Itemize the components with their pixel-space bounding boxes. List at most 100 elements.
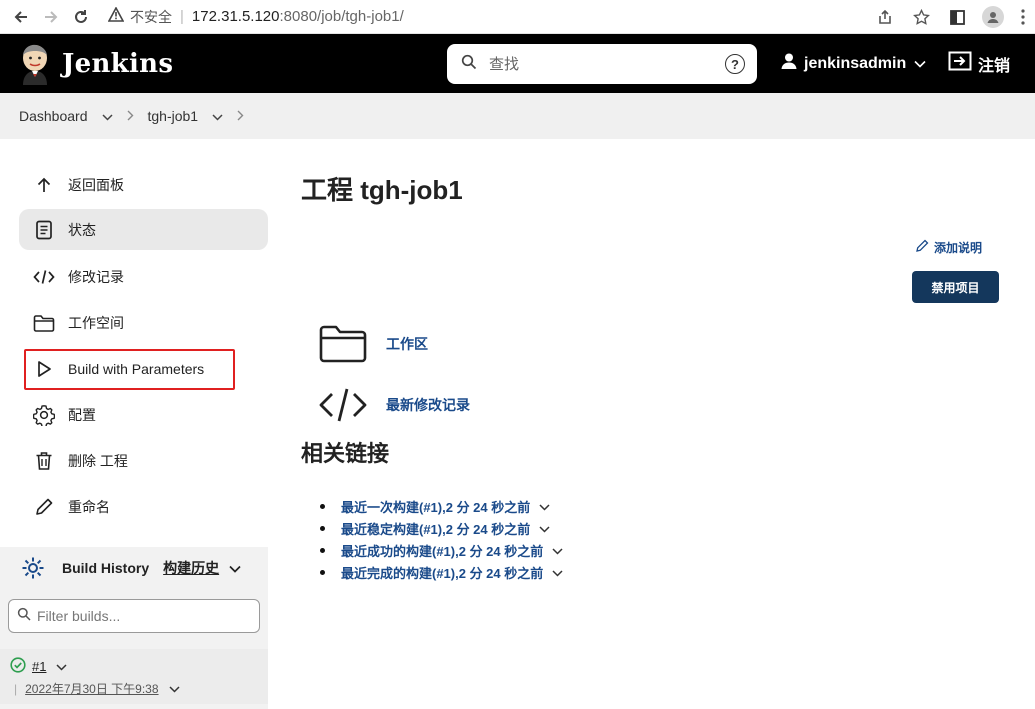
task-label: 重命名 xyxy=(68,498,110,515)
build-row: #1 | 2022年7月30日 下午9:38 xyxy=(0,649,268,704)
side-panel: 返回面板 状态 修改记录 工作空间 Build with Parameters … xyxy=(0,139,280,709)
share-icon[interactable] xyxy=(867,0,903,34)
chevron-down-icon[interactable] xyxy=(169,682,180,696)
jenkins-logo-icon[interactable] xyxy=(18,43,52,85)
add-description-label: 添加说明 xyxy=(934,241,983,255)
add-description-link[interactable]: 添加说明 xyxy=(915,239,982,256)
breadcrumb-dashboard-label: Dashboard xyxy=(19,108,88,124)
arrow-up-icon xyxy=(33,174,55,196)
permalink-label[interactable]: 最近稳定构建(#1),2 分 24 秒之前 xyxy=(341,519,530,538)
permalinks-list: 最近一次构建(#1),2 分 24 秒之前 最近稳定构建(#1),2 分 24 … xyxy=(320,495,563,583)
breadcrumb-dashboard[interactable]: Dashboard xyxy=(19,108,113,124)
task-label: 删除 工程 xyxy=(68,452,128,469)
pencil-icon xyxy=(915,239,929,256)
bullet xyxy=(320,503,325,509)
task-rename[interactable]: 重命名 xyxy=(19,486,268,527)
chevron-down-icon[interactable] xyxy=(56,659,67,674)
build-history-panel: Build History 构建历史 #1 | xyxy=(0,547,268,709)
user-menu[interactable]: jenkinsadmin xyxy=(780,34,926,93)
chevron-down-icon[interactable] xyxy=(552,565,563,580)
task-workspace[interactable]: 工作空间 xyxy=(19,302,268,343)
permalink-label[interactable]: 最近成功的构建(#1),2 分 24 秒之前 xyxy=(341,541,543,560)
task-status[interactable]: 状态 xyxy=(19,209,268,250)
build-history-title: Build History xyxy=(62,560,150,576)
brand-name[interactable]: Jenkins xyxy=(62,49,173,79)
breadcrumb-job-label: tgh-job1 xyxy=(147,108,199,124)
permalink-item[interactable]: 最近完成的构建(#1),2 分 24 秒之前 xyxy=(320,561,563,583)
gear-icon xyxy=(33,404,55,426)
recent-changes-label: 最新修改记录 xyxy=(386,397,470,413)
back-icon[interactable] xyxy=(6,2,36,32)
permalink-item[interactable]: 最近一次构建(#1),2 分 24 秒之前 xyxy=(320,495,563,517)
folder-icon xyxy=(33,312,55,334)
code-icon xyxy=(318,385,368,425)
chevron-down-icon[interactable] xyxy=(539,521,550,536)
build-history-link[interactable]: 构建历史 xyxy=(163,558,219,578)
filter-builds-box xyxy=(8,599,260,633)
url-host: 172.31.5.120 xyxy=(191,8,280,25)
chevron-right-icon xyxy=(237,108,244,124)
task-label: 返回面板 xyxy=(68,176,124,193)
recent-changes-link[interactable]: 最新修改记录 xyxy=(318,385,470,425)
build-date-link[interactable]: 2022年7月30日 下午9:38 xyxy=(25,680,158,697)
chevron-down-icon[interactable] xyxy=(212,108,223,124)
sidepanel-icon[interactable] xyxy=(939,0,975,34)
browser-toolbar: 不安全 | 172.31.5.120:8080/job/tgh-job1/ xyxy=(0,0,1035,34)
search-input[interactable] xyxy=(489,55,709,73)
disable-project-button[interactable]: 禁用项目 xyxy=(912,271,999,303)
chevron-down-icon[interactable] xyxy=(101,108,113,124)
more-menu-icon[interactable] xyxy=(1011,0,1035,34)
folder-icon xyxy=(318,324,368,364)
code-icon xyxy=(33,266,55,288)
page-title: 工程 tgh-job1 xyxy=(301,175,463,205)
logout-button[interactable]: 注销 xyxy=(948,34,1010,93)
filter-builds-input[interactable] xyxy=(37,608,247,624)
chevron-down-icon[interactable] xyxy=(552,543,563,558)
task-configure[interactable]: 配置 xyxy=(19,394,268,435)
star-icon[interactable] xyxy=(903,0,939,34)
permalinks-heading: 相关链接 xyxy=(301,441,390,466)
task-label: 修改记录 xyxy=(68,268,124,285)
address-divider: | xyxy=(180,8,184,25)
timeline-marker: | xyxy=(14,681,18,696)
profile-icon[interactable] xyxy=(975,0,1011,34)
user-icon xyxy=(780,52,798,75)
chevron-down-icon[interactable] xyxy=(229,560,241,576)
build-history-header: Build History 构建历史 xyxy=(0,547,268,589)
insecure-label: 不安全 xyxy=(130,8,172,25)
highlight-annotation xyxy=(24,349,235,390)
task-label: 配置 xyxy=(68,406,96,423)
reload-icon[interactable] xyxy=(66,2,96,32)
build-history-icon xyxy=(20,555,46,581)
help-icon[interactable]: ? xyxy=(725,54,745,74)
search-icon xyxy=(461,54,477,75)
forward-icon[interactable] xyxy=(36,2,66,32)
breadcrumb-job[interactable]: tgh-job1 xyxy=(148,108,224,124)
permalink-item[interactable]: 最近成功的构建(#1),2 分 24 秒之前 xyxy=(320,539,563,561)
username: jenkinsadmin xyxy=(804,54,907,72)
chevron-down-icon xyxy=(914,55,926,73)
permalink-item[interactable]: 最近稳定构建(#1),2 分 24 秒之前 xyxy=(320,517,563,539)
task-label: 状态 xyxy=(68,221,96,238)
workspace-link[interactable]: 工作区 xyxy=(318,324,428,364)
task-delete-project[interactable]: 删除 工程 xyxy=(19,440,268,481)
pencil-icon xyxy=(33,496,55,518)
trash-icon xyxy=(33,450,55,472)
chevron-down-icon[interactable] xyxy=(539,499,550,514)
permalink-label[interactable]: 最近完成的构建(#1),2 分 24 秒之前 xyxy=(341,563,543,582)
warning-icon xyxy=(107,6,125,26)
success-check-icon xyxy=(10,657,26,676)
bullet xyxy=(320,525,325,531)
document-icon xyxy=(33,219,55,241)
breadcrumb: Dashboard tgh-job1 xyxy=(0,93,1035,139)
permalink-label[interactable]: 最近一次构建(#1),2 分 24 秒之前 xyxy=(341,497,530,516)
address-bar[interactable]: 不安全 | 172.31.5.120:8080/job/tgh-job1/ xyxy=(107,6,404,27)
build-number-link[interactable]: #1 xyxy=(32,659,46,674)
chevron-right-icon xyxy=(127,108,134,124)
logout-label: 注销 xyxy=(978,57,1011,75)
task-back-to-dashboard[interactable]: 返回面板 xyxy=(19,164,268,205)
browser-actions xyxy=(867,0,1035,34)
url-path: :8080/job/tgh-job1/ xyxy=(279,8,404,25)
task-changes[interactable]: 修改记录 xyxy=(19,256,268,297)
logout-icon xyxy=(948,51,972,76)
